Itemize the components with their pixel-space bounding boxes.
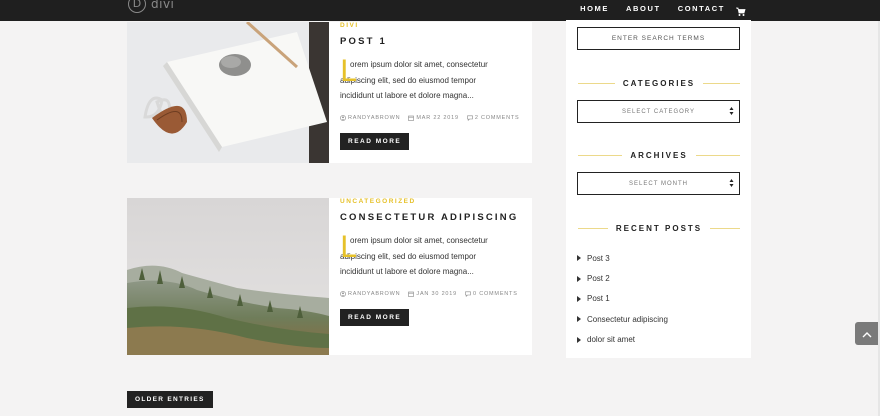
blog-post-card: UNCATEGORIZED CONSECTETUR ADIPISCING L o… <box>127 198 532 355</box>
select-arrows-icon <box>729 106 734 116</box>
post-category-link[interactable]: UNCATEGORIZED <box>340 198 524 205</box>
post-date: JAN 30 2019 <box>416 290 458 297</box>
category-select[interactable]: SELECT CATEGORY <box>577 100 740 123</box>
logo-text: divi <box>151 0 175 11</box>
older-entries-button[interactable]: OLDER ENTRIES <box>127 391 213 408</box>
nav-about-link[interactable]: ABOUT <box>626 4 661 13</box>
divider-line <box>578 155 623 156</box>
comment-icon <box>467 115 473 121</box>
dropcap-letter: L <box>340 54 357 88</box>
site-logo[interactable]: D divi <box>128 0 174 13</box>
recent-posts-widget-title: RECENT POSTS <box>578 224 741 233</box>
post-date: MAR 22 2019 <box>416 114 459 121</box>
read-more-button[interactable]: READ MORE <box>340 132 410 150</box>
divider-line <box>695 155 740 156</box>
chevron-up-icon <box>862 325 872 343</box>
dropcap-letter: L <box>340 230 357 264</box>
divider-line <box>703 83 740 84</box>
sidebar: CATEGORIES SELECT CATEGORY ARCHIVES SELE… <box>566 20 751 358</box>
post-title-link[interactable]: POST 1 <box>340 36 524 47</box>
widget-title-text: RECENT POSTS <box>615 224 703 233</box>
post-category-link[interactable]: DIVI <box>340 22 524 29</box>
post-comments-link[interactable]: 2 COMMENTS <box>475 115 520 121</box>
post-meta: RANDYABROWN JAN 30 2019 0 COMMENTS <box>340 291 524 297</box>
shopping-cart-icon[interactable] <box>736 4 746 16</box>
user-icon <box>340 290 346 297</box>
post-title-link[interactable]: CONSECTETUR ADIPISCING <box>340 212 524 223</box>
recent-post-link[interactable]: Post 3 <box>577 248 668 268</box>
scroll-to-top-button[interactable] <box>855 322 879 345</box>
categories-widget-title: CATEGORIES <box>578 79 740 88</box>
calendar-icon <box>408 291 415 297</box>
post-featured-image[interactable] <box>127 22 329 163</box>
comment-icon <box>465 291 471 297</box>
select-arrows-icon <box>729 178 734 188</box>
post-featured-image[interactable] <box>127 198 329 355</box>
widget-title-text: ARCHIVES <box>630 151 688 160</box>
divider-line <box>578 83 615 84</box>
user-icon <box>340 114 346 121</box>
recent-post-label: Consectetur adipiscing <box>587 314 668 324</box>
recent-posts-list: Post 3 Post 2 Post 1 Consectetur adipisc… <box>577 248 668 350</box>
logo-mark: D <box>128 0 146 13</box>
caret-right-icon <box>577 316 581 323</box>
recent-post-link[interactable]: Post 1 <box>577 289 668 309</box>
main-menu: HOME ABOUT CONTACT <box>580 0 746 17</box>
post-excerpt: L orem ipsum dolor sit amet, consectetur… <box>340 233 510 280</box>
nav-contact-link[interactable]: CONTACT <box>678 4 725 13</box>
post-author-link[interactable]: RANDYABROWN <box>348 115 400 121</box>
recent-post-link[interactable]: dolor sit amet <box>577 330 668 350</box>
recent-post-label: Post 2 <box>587 274 610 284</box>
divider-line <box>710 228 741 229</box>
divider-line <box>578 228 608 229</box>
post-excerpt: L orem ipsum dolor sit amet, consectetur… <box>340 57 510 104</box>
widget-title-text: CATEGORIES <box>622 79 696 88</box>
search-input[interactable] <box>577 27 740 50</box>
recent-post-label: Post 1 <box>587 294 610 304</box>
post-body: UNCATEGORIZED CONSECTETUR ADIPISCING L o… <box>340 198 524 326</box>
caret-right-icon <box>577 255 581 262</box>
excerpt-text: orem ipsum dolor sit amet, consectetur a… <box>340 60 488 100</box>
calendar-icon <box>408 115 415 121</box>
recent-post-label: Post 3 <box>587 253 610 263</box>
select-value: SELECT MONTH <box>629 180 688 187</box>
archive-select[interactable]: SELECT MONTH <box>577 172 740 195</box>
post-comments-link[interactable]: 0 COMMENTS <box>473 291 518 297</box>
recent-post-label: dolor sit amet <box>587 335 636 345</box>
caret-right-icon <box>577 336 581 343</box>
nav-home-link[interactable]: HOME <box>580 4 609 13</box>
blog-post-card: DIVI POST 1 L orem ipsum dolor sit amet,… <box>127 22 532 163</box>
read-more-button[interactable]: READ MORE <box>340 308 410 326</box>
recent-post-link[interactable]: Post 2 <box>577 268 668 288</box>
post-body: DIVI POST 1 L orem ipsum dolor sit amet,… <box>340 22 524 150</box>
archives-widget-title: ARCHIVES <box>578 151 740 160</box>
post-author-link[interactable]: RANDYABROWN <box>348 291 400 297</box>
recent-post-link[interactable]: Consectetur adipiscing <box>577 309 668 329</box>
top-navigation-bar: D divi HOME ABOUT CONTACT <box>0 0 880 21</box>
caret-right-icon <box>577 275 581 282</box>
excerpt-text: orem ipsum dolor sit amet, consectetur a… <box>340 236 488 276</box>
caret-right-icon <box>577 295 581 302</box>
post-meta: RANDYABROWN MAR 22 2019 2 COMMENTS <box>340 115 524 121</box>
select-value: SELECT CATEGORY <box>621 108 696 115</box>
